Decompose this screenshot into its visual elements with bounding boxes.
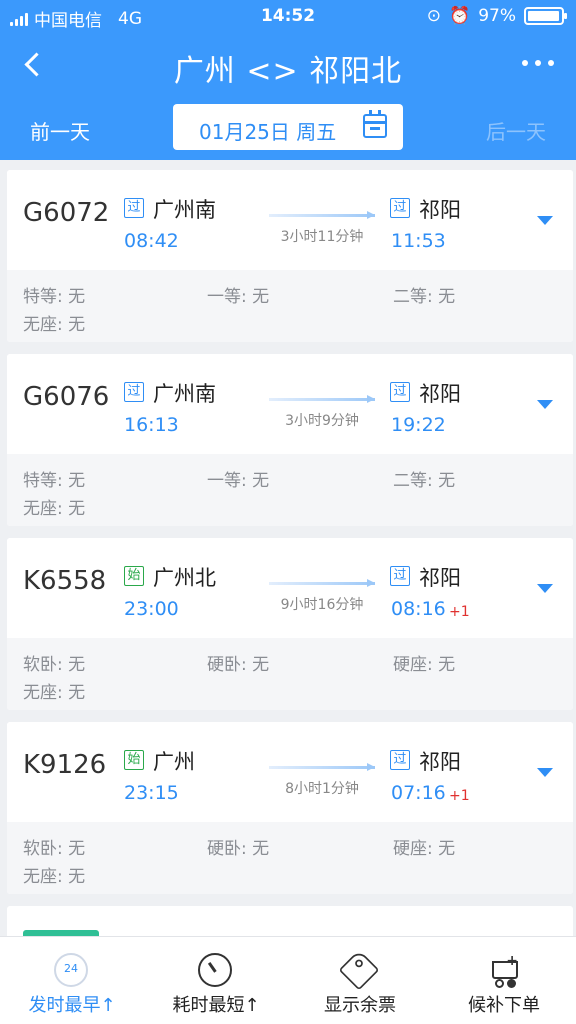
battery-icon	[524, 7, 567, 25]
duration: 3小时11分钟	[280, 229, 364, 245]
pass-through-tag: 过	[124, 382, 144, 402]
arrival-station: 祁阳	[419, 382, 461, 406]
nav-bar: 广州 <> 祁阳北	[0, 36, 576, 96]
pass-through-tag: 过	[390, 382, 410, 402]
tab-shortest-duration[interactable]: 耗时最短↑	[144, 937, 288, 1024]
train-card[interactable]: K9126 始 广州 23:15 8小时1分钟 过 祁阳 07:16 +1 软卧…	[7, 722, 573, 894]
duration: 8小时1分钟	[285, 781, 359, 797]
duration: 3小时9分钟	[285, 413, 359, 429]
tab-waitlist-order[interactable]: + 候补下单	[432, 937, 576, 1024]
seat-availability: 软卧: 无 硬卧: 无 硬座: 无 无座: 无	[7, 822, 573, 894]
train-card[interactable]: G6072 过 广州南 08:42 3小时11分钟 过 祁阳 11:53 特等:…	[7, 170, 573, 342]
expand-icon[interactable]	[537, 768, 553, 777]
tab-label: 显示余票	[324, 995, 396, 1016]
date-label: 01月25日 周五	[199, 120, 337, 144]
seat-class: 无座: 无	[23, 867, 86, 887]
seat-availability: 特等: 无 一等: 无 二等: 无 无座: 无	[7, 270, 573, 342]
seat-class: 硬座: 无	[393, 655, 456, 675]
seat-class: 软卧: 无	[23, 839, 86, 859]
train-number: K6558	[23, 566, 107, 596]
tab-label: 候补下单	[468, 995, 540, 1016]
arrival-station: 祁阳	[419, 566, 461, 590]
departure-station: 广州南	[153, 382, 216, 406]
arrival-time: 19:22	[391, 414, 446, 436]
tab-show-remaining[interactable]: 显示余票	[288, 937, 432, 1024]
departure-station: 广州南	[153, 198, 216, 222]
arrival-station: 祁阳	[419, 750, 461, 774]
departure-time: 08:42	[124, 230, 179, 252]
pass-through-tag: 过	[124, 198, 144, 218]
origin-tag: 始	[124, 566, 144, 586]
train-number: K9126	[23, 750, 107, 780]
pass-through-tag: 过	[390, 198, 410, 218]
expand-icon[interactable]	[537, 216, 553, 225]
tab-earliest-departure[interactable]: 24 发时最早↑	[0, 937, 144, 1024]
next-day-button[interactable]: 后一天	[486, 116, 546, 145]
seat-availability: 软卧: 无 硬卧: 无 硬座: 无 无座: 无	[7, 638, 573, 710]
train-card[interactable]: G6076 过 广州南 16:13 3小时9分钟 过 祁阳 19:22 特等: …	[7, 354, 573, 526]
arrow-icon	[269, 211, 375, 219]
seat-availability: 特等: 无 一等: 无 二等: 无 无座: 无	[7, 454, 573, 526]
seat-class: 硬卧: 无	[207, 655, 270, 675]
seat-class: 特等: 无	[23, 471, 86, 491]
calendar-icon	[363, 110, 387, 138]
alarm-icon: ⏰	[449, 6, 471, 26]
seat-class: 特等: 无	[23, 287, 86, 307]
tab-label: 耗时最短↑	[172, 995, 260, 1016]
tab-label: 发时最早↑	[28, 995, 116, 1016]
seat-class: 无座: 无	[23, 499, 86, 519]
arrow-icon	[269, 579, 375, 587]
seat-class: 无座: 无	[23, 315, 86, 335]
departure-time: 23:15	[124, 782, 179, 804]
arrival-time: 11:53	[391, 230, 446, 252]
battery-percent: 97%	[478, 6, 516, 26]
seat-class: 一等: 无	[207, 471, 270, 491]
expand-icon[interactable]	[537, 400, 553, 409]
arrival-time: 07:16	[391, 782, 446, 804]
page-title: 广州 <> 祁阳北	[173, 54, 403, 89]
seat-class: 二等: 无	[393, 287, 456, 307]
seat-class: 软卧: 无	[23, 655, 86, 675]
seat-class: 无座: 无	[23, 683, 86, 703]
prev-day-button[interactable]: 前一天	[30, 116, 90, 145]
cart-icon: +	[486, 953, 520, 988]
arrival-station: 祁阳	[419, 198, 461, 222]
train-card[interactable]: K6558 始 广州北 23:00 9小时16分钟 过 祁阳 08:16 +1 …	[7, 538, 573, 710]
rotation-lock-icon: ⊙	[426, 6, 442, 26]
seat-class: 硬座: 无	[393, 839, 456, 859]
departure-station: 广州	[153, 750, 195, 774]
ticket-tag-icon	[338, 949, 380, 991]
more-icon[interactable]	[522, 60, 554, 66]
arrival-time: 08:16	[391, 598, 446, 620]
status-bar: 中国电信 4G 14:52 ⊙ ⏰ 97%	[0, 0, 576, 34]
train-number: G6076	[23, 382, 110, 412]
expand-icon[interactable]	[537, 584, 553, 593]
train-card-partial[interactable]	[7, 906, 573, 936]
date-bar: 前一天 01月25日 周五 后一天	[0, 102, 576, 152]
seat-class: 二等: 无	[393, 471, 456, 491]
next-day-badge: +1	[449, 788, 470, 804]
duration: 9小时16分钟	[280, 597, 364, 613]
next-day-badge: +1	[449, 604, 470, 620]
bottom-tab-bar: 24 发时最早↑ 耗时最短↑ 显示余票 + 候补下单	[0, 936, 576, 1024]
pass-through-tag: 过	[390, 750, 410, 770]
departure-station: 广州北	[153, 566, 216, 590]
arrow-icon	[269, 395, 375, 403]
train-number: G6072	[23, 198, 110, 228]
seat-class: 硬卧: 无	[207, 839, 270, 859]
pass-through-tag: 过	[390, 566, 410, 586]
train-list[interactable]: G6072 过 广州南 08:42 3小时11分钟 过 祁阳 11:53 特等:…	[0, 160, 576, 936]
timer-icon	[198, 953, 232, 987]
departure-time: 23:00	[124, 598, 179, 620]
seat-class: 一等: 无	[207, 287, 270, 307]
date-picker[interactable]: 01月25日 周五	[173, 104, 403, 150]
header: 中国电信 4G 14:52 ⊙ ⏰ 97% 广州 <> 祁阳北 前一天 01月2…	[0, 0, 576, 160]
clock-24-icon: 24	[54, 953, 88, 987]
arrow-icon	[269, 763, 375, 771]
departure-time: 16:13	[124, 414, 179, 436]
origin-tag: 始	[124, 750, 144, 770]
